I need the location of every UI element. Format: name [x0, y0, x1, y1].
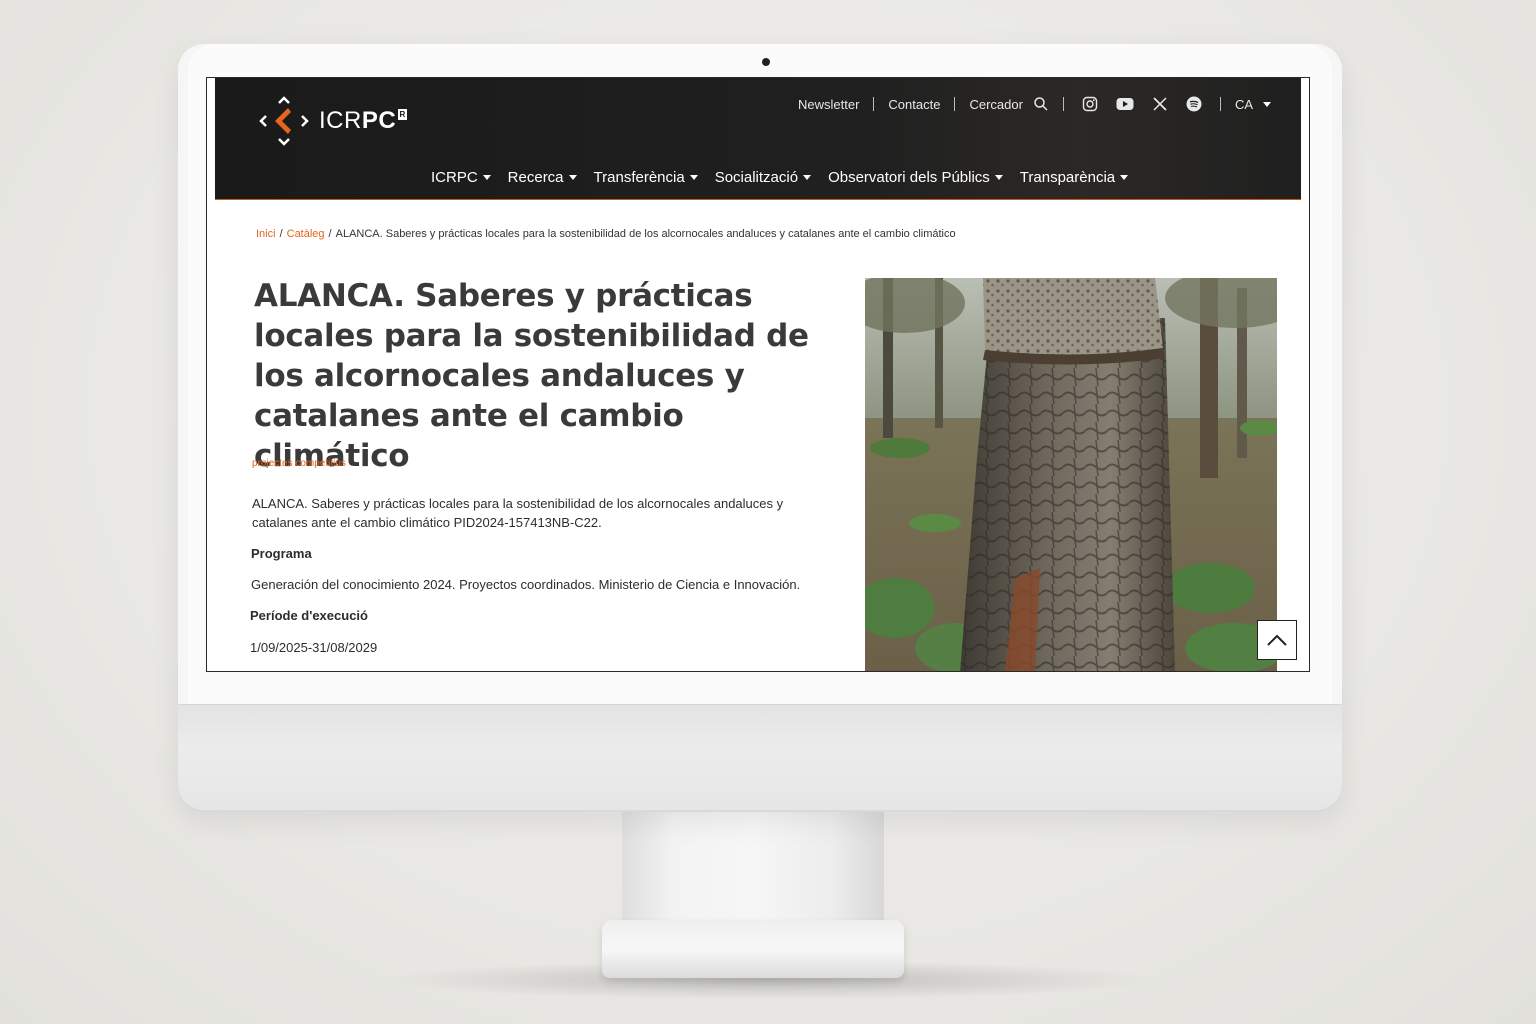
- chevron-down-icon: [689, 174, 698, 180]
- browser-screen: ICRPC R Newsletter Contacte Cercador CA …: [206, 77, 1310, 672]
- search-label: Cercador: [969, 96, 1023, 112]
- nav-item-observatori[interactable]: Observatori dels Públics: [828, 169, 1003, 186]
- language-label: CA: [1234, 96, 1253, 112]
- breadcrumb-separator: /: [328, 228, 332, 240]
- nav-item-socialitzacio[interactable]: Socialització: [714, 168, 812, 186]
- monitor-stand-base: [602, 920, 904, 978]
- chevron-down-icon: [568, 174, 577, 180]
- contact-link[interactable]: Contacte: [874, 97, 954, 112]
- logo-wordmark: ICRPC R: [319, 107, 408, 134]
- x-icon[interactable]: [1152, 96, 1168, 112]
- nav-item-recerca[interactable]: Recerca: [508, 169, 577, 186]
- youtube-icon[interactable]: [1116, 97, 1134, 111]
- breadcrumb: Inici / Catàleg / ALANCA. Saberes y práctica…: [256, 228, 956, 240]
- nav-label: Transparència: [1019, 168, 1116, 186]
- nav-label: Transferència: [593, 168, 685, 186]
- chevron-down-icon: [1263, 101, 1271, 107]
- program-value: Generación del conocimiento 2024. Proyec…: [251, 577, 801, 592]
- period-label: Període d'execució: [250, 608, 368, 623]
- category-tag[interactable]: projectes competitius: [252, 458, 346, 469]
- instagram-icon[interactable]: [1082, 96, 1098, 112]
- newsletter-link[interactable]: Newsletter: [784, 97, 873, 112]
- page-title: ALANCA. Saberes y prácticas locales para…: [254, 278, 809, 474]
- program-label: Programa: [251, 546, 312, 561]
- search-icon: [1034, 97, 1048, 111]
- nav-label: Recerca: [507, 168, 564, 186]
- nav-item-icrpc[interactable]: ICRPC: [431, 169, 491, 186]
- main-navigation: ICRPC Recerca Transferència Socialitzaci…: [431, 166, 1129, 188]
- logo-badge: R: [398, 109, 408, 120]
- camera-dot: [762, 58, 770, 66]
- monitor-chin: [178, 704, 1342, 810]
- project-description: ALANCA. Saberes y prácticas locales para…: [252, 496, 784, 530]
- language-selector[interactable]: CA: [1221, 97, 1271, 112]
- nav-item-transparencia[interactable]: Transparència: [1019, 168, 1129, 186]
- breadcrumb-separator: /: [279, 228, 283, 240]
- nav-label: ICRPC: [431, 168, 478, 186]
- chevron-down-icon: [1120, 174, 1129, 180]
- social-links: [1064, 96, 1220, 112]
- site-logo[interactable]: ICRPC R: [257, 94, 427, 148]
- breadcrumb-catalog-link[interactable]: Catàleg: [287, 228, 325, 240]
- top-utility-links: Newsletter Contacte Cercador CA: [784, 94, 1271, 114]
- logo-arrows-icon: [259, 96, 309, 146]
- chevron-up-icon: [1267, 634, 1287, 646]
- scroll-to-top-button[interactable]: [1257, 620, 1297, 660]
- chevron-down-icon: [482, 174, 491, 180]
- nav-item-transferencia[interactable]: Transferència: [594, 169, 698, 186]
- breadcrumb-home-link[interactable]: Inici: [256, 228, 276, 240]
- breadcrumb-current: ALANCA. Saberes y prácticas locales para…: [335, 228, 956, 240]
- site-header: ICRPC R Newsletter Contacte Cercador CA …: [215, 78, 1301, 200]
- cork-oak-photo: [865, 278, 1277, 671]
- search-link[interactable]: Cercador: [955, 96, 1062, 112]
- nav-label: Observatori dels Públics: [828, 168, 990, 186]
- period-value: 1/09/2025-31/08/2029: [250, 640, 378, 655]
- chevron-down-icon: [994, 174, 1003, 180]
- spotify-icon[interactable]: [1186, 96, 1202, 112]
- chevron-down-icon: [803, 174, 812, 180]
- nav-label: Socialització: [714, 168, 799, 186]
